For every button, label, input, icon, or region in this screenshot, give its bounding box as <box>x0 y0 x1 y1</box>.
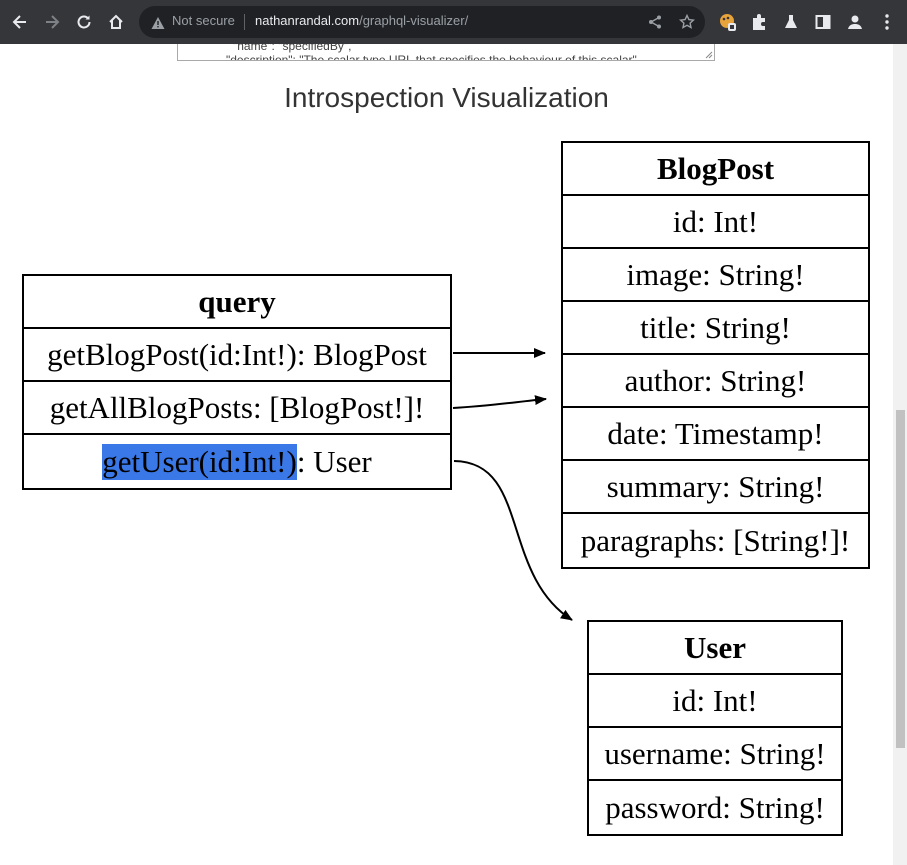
menu-icon[interactable] <box>875 10 899 34</box>
security-label[interactable]: Not secure <box>172 13 235 28</box>
page-viewport: "name": "specifiedBy", "description": "T… <box>0 44 893 865</box>
home-icon[interactable] <box>104 10 128 34</box>
vertical-scrollbar[interactable] <box>893 44 907 865</box>
share-icon[interactable] <box>647 14 663 34</box>
relationship-arrows <box>452 348 573 621</box>
arrow-getallblogposts <box>452 395 547 409</box>
url-domain: nathanrandal.com <box>255 13 360 28</box>
url-path: /graphql-visualizer/ <box>359 13 469 28</box>
star-icon[interactable] <box>678 13 696 34</box>
url-divider <box>244 14 245 30</box>
address-bar[interactable]: Not secure nathanrandal.com/graphql-visu… <box>139 6 705 38</box>
sidepanel-icon[interactable] <box>811 10 835 34</box>
forward-icon[interactable] <box>40 10 64 34</box>
extension-icon[interactable] <box>716 10 740 34</box>
arrow-getuser <box>453 460 573 621</box>
url-text[interactable]: nathanrandal.com/graphql-visualizer/ <box>255 13 468 28</box>
back-icon[interactable] <box>8 10 32 34</box>
warning-icon[interactable] <box>151 15 165 34</box>
browser-toolbar: Not secure nathanrandal.com/graphql-visu… <box>0 0 907 44</box>
reload-icon[interactable] <box>72 10 96 34</box>
puzzle-icon[interactable] <box>747 10 771 34</box>
profile-icon[interactable] <box>843 10 867 34</box>
labs-icon[interactable] <box>779 10 803 34</box>
scrollbar-thumb[interactable] <box>896 410 905 748</box>
